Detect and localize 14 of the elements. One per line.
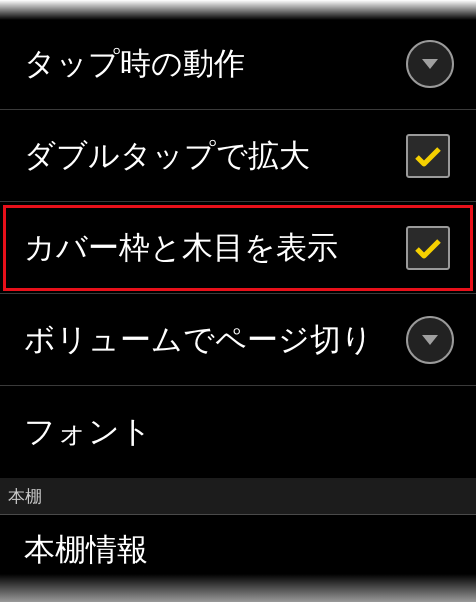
caret-icon [422,58,438,68]
setting-label: ボリュームでページ切り [24,320,373,360]
highlighted-setting-row[interactable]: カバー枠と木目を表示 [0,202,476,294]
caret-icon [422,334,438,344]
setting-label: カバー枠と木目を表示 [24,228,338,268]
checkbox[interactable] [406,134,450,178]
checkbox[interactable] [406,226,450,270]
dropdown-button[interactable] [406,316,454,364]
setting-label: 本棚情報 [24,531,148,570]
setting-label: フォント [24,413,152,452]
setting-label: ダブルタップで拡大 [24,136,310,176]
dropdown-button[interactable] [406,40,454,88]
setting-label: タップ時の動作 [24,44,245,84]
section-title: 本棚 [8,486,42,508]
